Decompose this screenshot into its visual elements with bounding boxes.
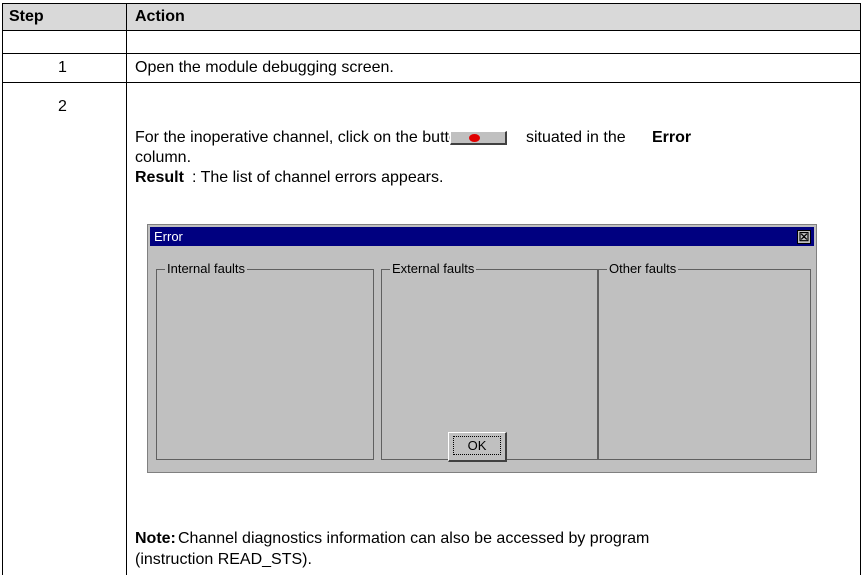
step-number: 1 bbox=[58, 59, 67, 76]
other-faults-group: Other faults bbox=[598, 261, 811, 460]
note-text-line2: (instruction READ_STS). bbox=[135, 551, 312, 568]
step-action-text: column. bbox=[135, 149, 192, 166]
result-text: : The list of channel errors appears. bbox=[192, 169, 444, 186]
step-action-text: situated in the bbox=[526, 129, 626, 146]
internal-faults-group: Internal faults bbox=[156, 261, 374, 460]
external-faults-label: External faults bbox=[390, 261, 477, 277]
note-text: Channel diagnostics information can also… bbox=[178, 530, 650, 547]
step-number: 2 bbox=[58, 98, 67, 115]
step-action-text: For the inoperative channel, click on th… bbox=[135, 129, 467, 146]
dialog-title: Error bbox=[154, 229, 183, 244]
red-dot-icon bbox=[469, 134, 480, 142]
ok-button[interactable]: OK bbox=[448, 432, 507, 462]
table-right-border bbox=[860, 31, 861, 575]
close-icon[interactable]: ☒ bbox=[797, 230, 811, 244]
result-label: Result bbox=[135, 169, 184, 186]
error-dialog: Error ☒ Internal faults External faults … bbox=[147, 224, 817, 473]
other-faults-label: Other faults bbox=[607, 261, 679, 277]
header-action: Action bbox=[135, 8, 185, 25]
error-column-label: Error bbox=[652, 129, 692, 146]
row-divider bbox=[2, 82, 861, 83]
channel-error-button bbox=[450, 131, 507, 145]
steps-table: Step Action 1 Open the module debugging … bbox=[0, 0, 867, 575]
column-divider bbox=[126, 3, 127, 575]
dialog-title-bar: Error ☒ bbox=[150, 227, 814, 246]
table-header bbox=[2, 3, 861, 31]
table-left-border bbox=[2, 31, 3, 575]
internal-faults-label: Internal faults bbox=[165, 261, 248, 277]
header-step: Step bbox=[9, 8, 44, 25]
row-divider bbox=[2, 53, 861, 54]
note-label: Note: bbox=[135, 530, 176, 547]
ok-label: OK bbox=[452, 436, 502, 455]
step-action-text: Open the module debugging screen. bbox=[135, 59, 394, 76]
